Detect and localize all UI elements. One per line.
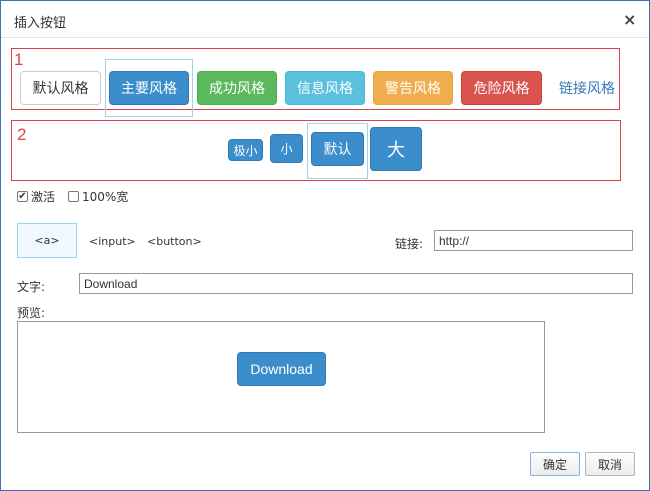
style-button-danger[interactable]: 危险风格 <box>461 71 542 105</box>
preview-area: Download <box>17 321 545 433</box>
size-button-small[interactable]: 小 <box>270 134 303 163</box>
link-input[interactable] <box>434 230 633 251</box>
style-button-primary[interactable]: 主要风格 <box>109 71 189 105</box>
tag-type-input[interactable]: <input> <box>89 235 136 248</box>
preview-download-button[interactable]: Download <box>237 352 326 386</box>
size-button-default[interactable]: 默认 <box>311 132 364 166</box>
active-checkbox[interactable]: ✔ <box>17 191 28 202</box>
insert-button-dialog: 插入按钮 × 1 默认风格 主要风格 成功风格 信息风格 警告风格 危险风格 链… <box>0 0 650 491</box>
preview-label: 预览: <box>17 306 46 320</box>
close-icon[interactable]: × <box>623 10 636 29</box>
dialog-title: 插入按钮 <box>14 16 67 31</box>
link-label: 链接: <box>395 237 424 251</box>
full-width-checkbox[interactable] <box>68 191 79 202</box>
style-button-default[interactable]: 默认风格 <box>20 71 101 105</box>
text-label: 文字: <box>17 280 46 294</box>
row-number-2: 2 <box>17 125 27 144</box>
full-width-label: 100%宽 <box>82 190 129 204</box>
header-divider <box>1 37 649 38</box>
cancel-button[interactable]: 取消 <box>585 452 635 476</box>
style-button-success[interactable]: 成功风格 <box>197 71 277 105</box>
style-button-link[interactable]: 链接风格 <box>554 71 620 105</box>
size-button-large[interactable]: 大 <box>370 127 422 171</box>
text-input[interactable] <box>79 273 633 294</box>
row-number-1: 1 <box>14 50 24 69</box>
style-button-info[interactable]: 信息风格 <box>285 71 365 105</box>
full-width-option[interactable]: 100%宽 <box>68 188 128 205</box>
tag-type-button[interactable]: <button> <box>147 235 202 248</box>
style-button-warning[interactable]: 警告风格 <box>373 71 453 105</box>
ok-button[interactable]: 确定 <box>530 452 580 476</box>
active-option[interactable]: ✔ 激活 <box>17 188 55 205</box>
tag-type-a[interactable]: <a> <box>17 223 77 258</box>
active-label: 激活 <box>31 190 56 204</box>
size-button-extra-small[interactable]: 极小 <box>228 139 263 161</box>
